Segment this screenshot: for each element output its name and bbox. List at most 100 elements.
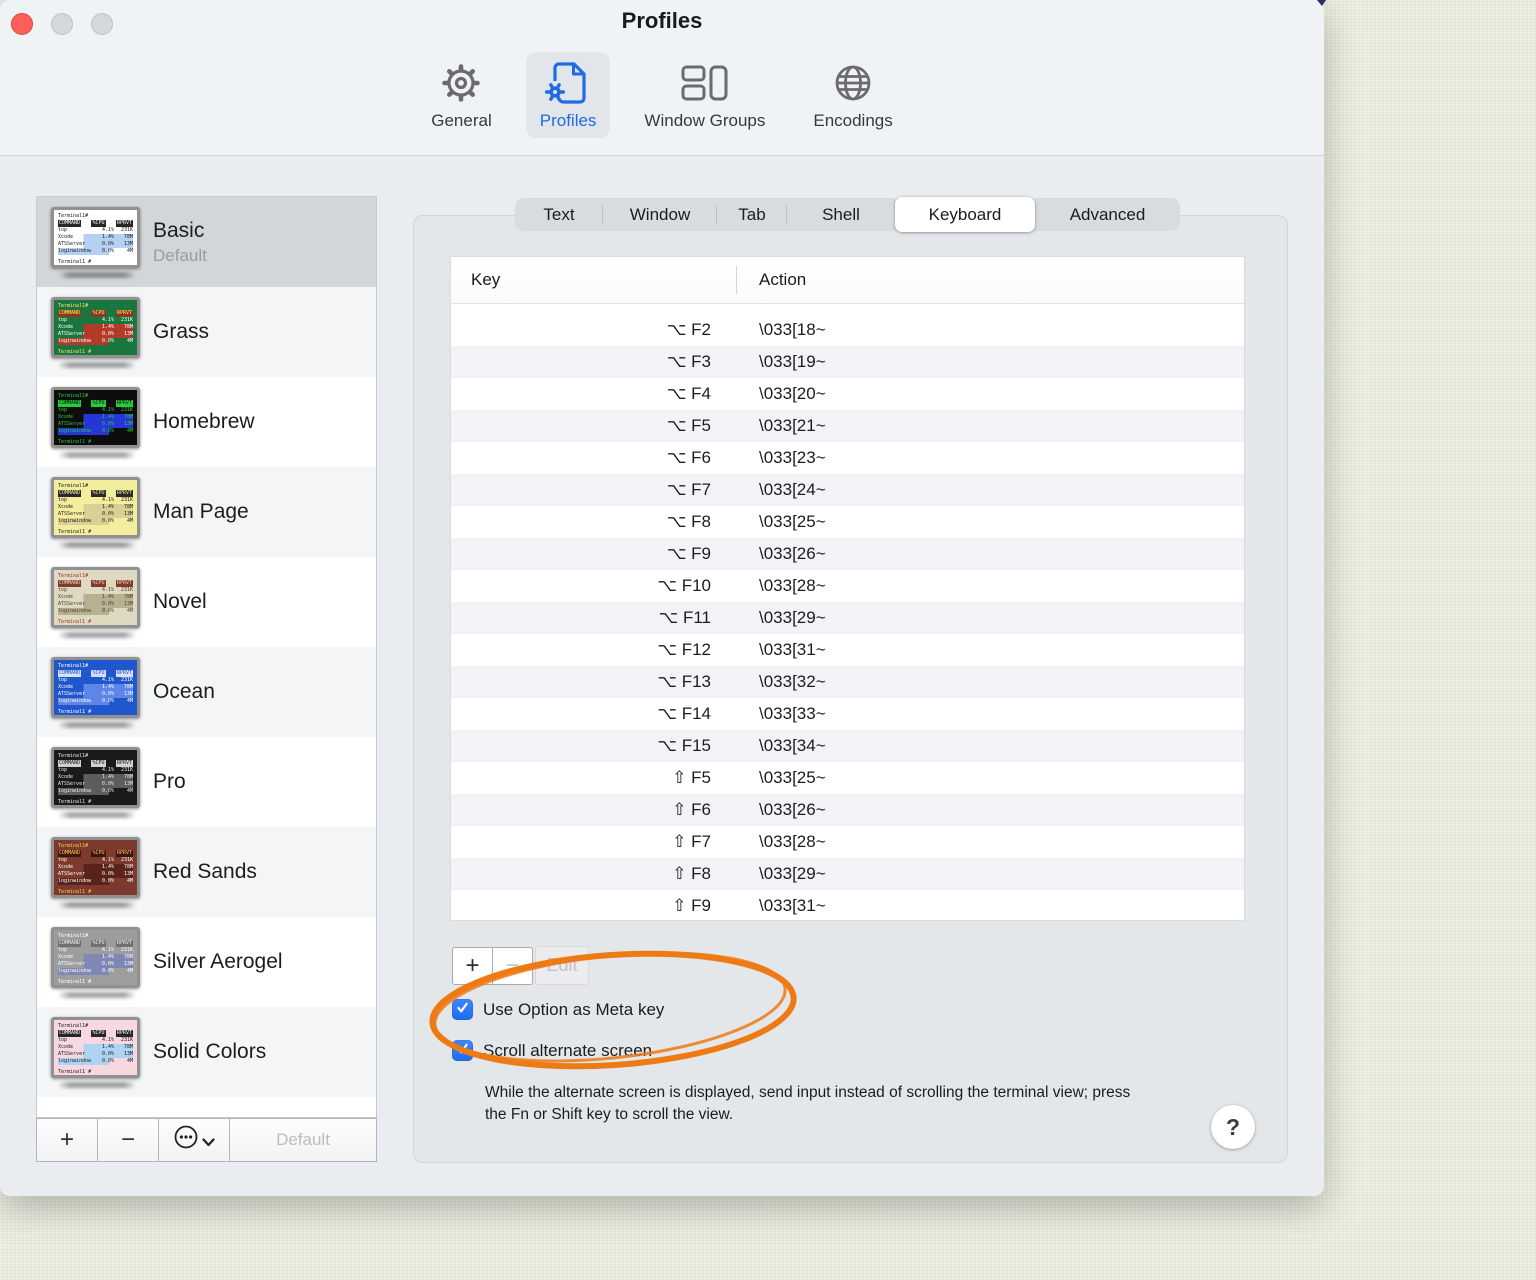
tab-window[interactable]: Window — [603, 198, 717, 231]
thumb-header-line: COMMAND %CPU RPRVT — [58, 849, 133, 857]
key-binding-row[interactable]: ⌥ F3 \033[19~ — [451, 346, 1244, 378]
thumb-cell: 1.4% — [101, 233, 114, 240]
action-cell: \033[18~ — [759, 320, 826, 339]
thumb-cell: 0.0% — [101, 690, 114, 697]
edit-binding-button[interactable]: Edit — [535, 946, 589, 985]
add-profile-button[interactable]: + — [36, 1118, 98, 1162]
key-binding-row[interactable]: ⌥ F4 \033[20~ — [451, 378, 1244, 410]
key-binding-row[interactable]: ⌥ F7 \033[24~ — [451, 474, 1244, 506]
thumb-cell: Xcode — [58, 503, 74, 510]
tab-advanced[interactable]: Advanced — [1035, 198, 1180, 231]
tab-shell[interactable]: Shell — [787, 198, 895, 231]
key-cell: ⌥ F13 — [657, 672, 711, 691]
key-cell: ⌥ F6 — [666, 448, 711, 467]
thumb-cell: top — [58, 226, 68, 233]
thumb-data-line: ATSServer 0.0% 13M — [58, 690, 133, 698]
thumb-cell: 13M — [123, 240, 133, 247]
key-cell: ⇧ F5 — [672, 768, 711, 787]
key-binding-row[interactable]: ⌥ F11 \033[29~ — [451, 602, 1244, 634]
thumb-title-line: Terminal1# — [58, 392, 89, 399]
use-option-as-meta-row: Use Option as Meta key — [452, 999, 664, 1020]
thumb-header-cell: COMMAND — [58, 849, 82, 857]
thumb-data-line: top 4.1% 231K — [58, 497, 133, 504]
profile-item-red-sands[interactable]: Terminal1# COMMAND %CPU RPRVT top 4.1% 231K Xco… — [37, 827, 376, 917]
thumb-header-cell: COMMAND — [58, 669, 82, 677]
profile-item-basic[interactable]: Terminal1# COMMAND %CPU RPRVT top 4.1% 231K Xco… — [37, 197, 376, 287]
profile-item-novel[interactable]: Terminal1# COMMAND %CPU RPRVT top 4.1% 231K Xco… — [37, 557, 376, 647]
toolbar-item-label: General — [431, 111, 492, 130]
remove-profile-button[interactable]: − — [97, 1118, 159, 1162]
key-binding-row[interactable]: ⌥ F8 \033[25~ — [451, 506, 1244, 538]
set-default-button[interactable]: Default — [229, 1118, 377, 1162]
thumb-data-line: ATSServer 0.0% 13M — [58, 780, 133, 788]
action-cell: \033[21~ — [759, 416, 826, 435]
tab-text[interactable]: Text — [515, 198, 603, 231]
profile-item-homebrew[interactable]: Terminal1# COMMAND %CPU RPRVT top 4.1% 231K Xco… — [37, 377, 376, 467]
thumb-data-line: loginwindow 0.0% 4M — [58, 697, 133, 705]
thumb-data-line: ATSServer 0.0% 13M — [58, 600, 133, 608]
thumb-prompt-line: Terminal1 # — [58, 618, 92, 625]
thumb-header-cell: %CPU — [91, 939, 106, 947]
tab-keyboard[interactable]: Keyboard — [895, 197, 1035, 232]
help-button[interactable]: ? — [1211, 1105, 1255, 1149]
thumb-cell: 231K — [120, 766, 133, 773]
key-binding-row[interactable]: ⌥ F14 \033[33~ — [451, 698, 1244, 730]
key-binding-row[interactable]: ⇧ F9 \033[31~ — [451, 890, 1244, 922]
mini-terminal-preview: Terminal1# COMMAND %CPU RPRVT top 4.1% 231K Xco… — [51, 206, 140, 268]
key-binding-row[interactable]: ⌥ F9 \033[26~ — [451, 538, 1244, 570]
profile-actions-menu-button[interactable] — [158, 1118, 230, 1162]
thumb-prompt-line: Terminal1 # — [58, 528, 92, 535]
mini-terminal-preview: Terminal1# COMMAND %CPU RPRVT top 4.1% 231K Xco… — [51, 1016, 140, 1078]
toolbar-item-general[interactable]: General — [417, 52, 505, 138]
key-binding-row[interactable]: ⇧ F6 \033[26~ — [451, 794, 1244, 826]
action-cell: \033[19~ — [759, 352, 826, 371]
thumb-data-line: loginwindow 0.0% 4M — [58, 787, 133, 795]
checkmark-icon — [455, 1000, 470, 1020]
key-binding-row[interactable]: ⌥ F12 \033[31~ — [451, 634, 1244, 666]
action-cell: \033[26~ — [759, 544, 826, 563]
key-cell: ⌥ F3 — [666, 352, 711, 371]
use-option-as-meta-checkbox[interactable] — [452, 999, 473, 1020]
action-cell: \033[24~ — [759, 480, 826, 499]
column-header-action[interactable]: Action — [736, 270, 806, 290]
mini-terminal-preview: Terminal1# COMMAND %CPU RPRVT top 4.1% 231K Xco… — [51, 566, 140, 628]
column-header-key[interactable]: Key — [451, 270, 736, 290]
profile-item-solid-colors[interactable]: Terminal1# COMMAND %CPU RPRVT top 4.1% 231K Xco… — [37, 1007, 376, 1097]
column-divider[interactable] — [736, 266, 737, 294]
profile-thumbnail: Terminal1# COMMAND %CPU RPRVT top 4.1% 231K Xco… — [51, 656, 143, 728]
thumb-header-cell: COMMAND — [58, 579, 82, 587]
tab-tab[interactable]: Tab — [717, 198, 787, 231]
key-binding-row[interactable]: ⌥ F15 \033[34~ — [451, 730, 1244, 762]
thumb-cell: top — [58, 1036, 68, 1043]
remove-binding-button[interactable]: − — [492, 947, 533, 985]
profile-item-man-page[interactable]: Terminal1# COMMAND %CPU RPRVT top 4.1% 231K Xco… — [37, 467, 376, 557]
key-binding-row[interactable]: ⌥ F13 \033[32~ — [451, 666, 1244, 698]
toolbar-item-encodings[interactable]: Encodings — [799, 52, 906, 138]
profile-item-silver-aerogel[interactable]: Terminal1# COMMAND %CPU RPRVT top 4.1% 231K Xco… — [37, 917, 376, 1007]
toolbar-item-profiles[interactable]: Profiles — [525, 52, 611, 138]
key-binding-row[interactable]: ⌥ F2 \033[18~ — [451, 314, 1244, 346]
profile-item-grass[interactable]: Terminal1# COMMAND %CPU RPRVT top 4.1% 231K Xco… — [37, 287, 376, 377]
scroll-alternate-screen-checkbox[interactable] — [452, 1040, 473, 1061]
key-binding-row[interactable]: ⇧ F8 \033[29~ — [451, 858, 1244, 890]
profile-item-ocean[interactable]: Terminal1# COMMAND %CPU RPRVT top 4.1% 231K Xco… — [37, 647, 376, 737]
thumb-cell: 231K — [120, 226, 133, 233]
key-binding-row[interactable]: ⌥ F6 \033[23~ — [451, 442, 1244, 474]
thumb-cell: 13M — [123, 330, 133, 337]
key-binding-row[interactable]: ⇧ F7 \033[28~ — [451, 826, 1244, 858]
thumb-header-cell: RPRVT — [115, 219, 133, 227]
key-binding-row[interactable]: ⌥ F5 \033[21~ — [451, 410, 1244, 442]
thumb-header-cell: %CPU — [91, 1029, 106, 1037]
titlebar: Profiles General Profiles Window Groups Enc… — [0, 0, 1324, 156]
key-binding-row[interactable]: ⌥ F10 \033[28~ — [451, 570, 1244, 602]
thumb-prompt-line: Terminal1 # — [58, 798, 92, 805]
key-binding-row[interactable]: ⇧ F5 \033[25~ — [451, 762, 1244, 794]
action-cell: \033[32~ — [759, 672, 826, 691]
profile-text: Grass — [143, 320, 209, 344]
toolbar-item-window-groups[interactable]: Window Groups — [630, 52, 779, 138]
thumb-data-line: top 4.1% 231K — [58, 227, 133, 234]
preferences-window: Profiles General Profiles Window Groups Enc… — [0, 0, 1324, 1196]
window-groups-icon — [681, 57, 729, 109]
add-binding-button[interactable]: + — [452, 947, 493, 985]
profile-item-pro[interactable]: Terminal1# COMMAND %CPU RPRVT top 4.1% 231K Xco… — [37, 737, 376, 827]
